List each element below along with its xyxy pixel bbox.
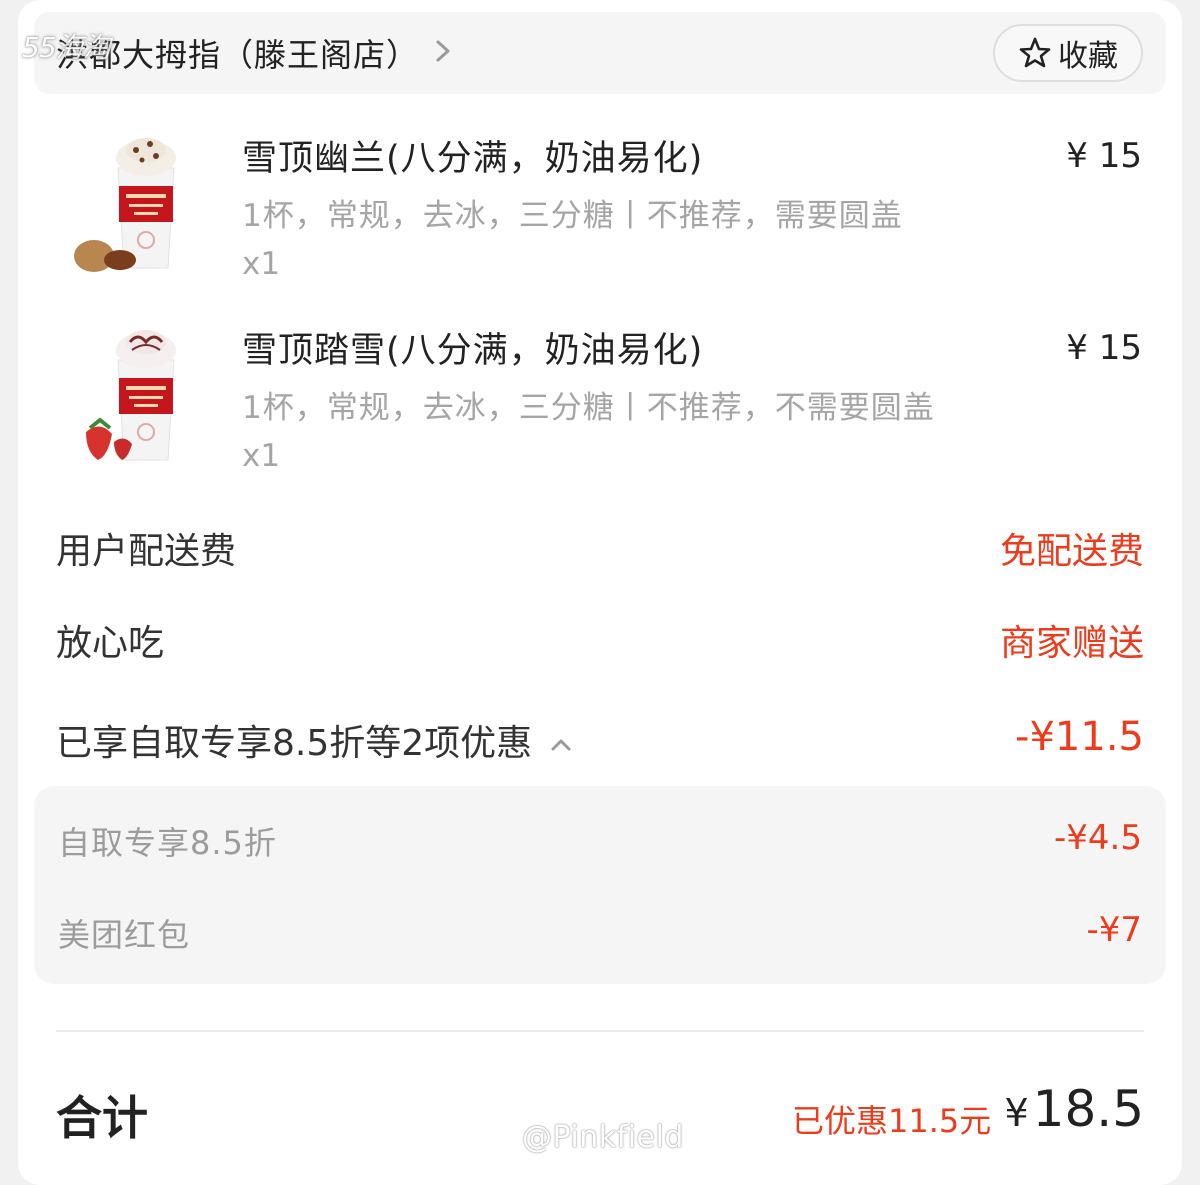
favorite-label: 收藏 xyxy=(1058,39,1118,74)
divider xyxy=(56,1030,1144,1032)
discount-summary-label-wrap[interactable]: 已享自取专享8.5折等2项优惠 xyxy=(56,714,572,766)
item-price: ¥ 15 xyxy=(1066,328,1142,368)
chevron-right-icon[interactable] xyxy=(430,36,456,66)
total-amount: ¥18.5 xyxy=(1004,1080,1144,1138)
discount-detail-label: 美团红包 xyxy=(58,916,191,954)
delivery-fee-row: 用户配送费 免配送费 xyxy=(56,522,1144,582)
discount-summary-row[interactable]: 已享自取专享8.5折等2项优惠 -¥11.5 xyxy=(56,714,1144,774)
watermark-logo: 55海淘 xyxy=(22,31,111,64)
discount-summary-value: -¥11.5 xyxy=(1015,714,1144,760)
discount-summary-label: 已享自取专享8.5折等2项优惠 xyxy=(56,723,533,764)
discount-detail-label: 自取专享8.5折 xyxy=(58,824,277,862)
order-item[interactable]: 雪顶踏雪(八分满，奶油易化) 1杯，常规，去冰，三分糖丨不推荐，不需要圆盖 x1… xyxy=(56,320,1146,490)
total-label: 合计 xyxy=(56,1091,148,1145)
assurance-row: 放心吃 商家赠送 xyxy=(56,614,1144,674)
order-item[interactable]: 雪顶幽兰(八分满，奶油易化) 1杯，常规，去冰，三分糖丨不推荐，需要圆盖 x1 … xyxy=(56,128,1146,298)
saved-amount: 已优惠11.5元 xyxy=(792,1102,992,1140)
assurance-value: 商家赠送 xyxy=(999,623,1144,664)
discount-details-panel: 自取专享8.5折 -¥4.5 美团红包 -¥7 xyxy=(34,786,1166,984)
item-name: 雪顶踏雪(八分满，奶油易化) xyxy=(242,331,704,371)
delivery-fee-value: 免配送费 xyxy=(999,531,1144,572)
discount-detail-value: -¥7 xyxy=(1086,910,1142,950)
discount-detail-value: -¥4.5 xyxy=(1054,818,1142,858)
discount-detail-row: 自取专享8.5折 -¥4.5 xyxy=(58,818,1142,868)
item-price: ¥ 15 xyxy=(1066,136,1142,176)
favorite-button[interactable]: 收藏 xyxy=(993,24,1143,82)
item-name: 雪顶幽兰(八分满，奶油易化) xyxy=(242,139,704,179)
discount-detail-row: 美团红包 -¥7 xyxy=(58,910,1142,960)
chevron-up-icon[interactable] xyxy=(550,737,572,753)
currency-symbol: ¥ xyxy=(1004,1091,1029,1135)
item-spec: 1杯，常规，去冰，三分糖丨不推荐，需要圆盖 xyxy=(242,198,903,234)
product-thumbnail xyxy=(56,320,206,475)
store-name[interactable]: 洪都大拇指（滕王阁店） xyxy=(56,30,419,76)
total-value: 18.5 xyxy=(1032,1080,1144,1138)
watermark-author: @Pinkfield xyxy=(522,1120,684,1155)
item-quantity: x1 xyxy=(242,438,281,474)
product-thumbnail xyxy=(56,128,206,283)
item-quantity: x1 xyxy=(242,246,281,282)
delivery-fee-label: 用户配送费 xyxy=(56,531,237,572)
item-spec: 1杯，常规，去冰，三分糖丨不推荐，不需要圆盖 xyxy=(242,390,935,426)
star-icon xyxy=(1019,37,1051,68)
assurance-label: 放心吃 xyxy=(56,623,165,664)
